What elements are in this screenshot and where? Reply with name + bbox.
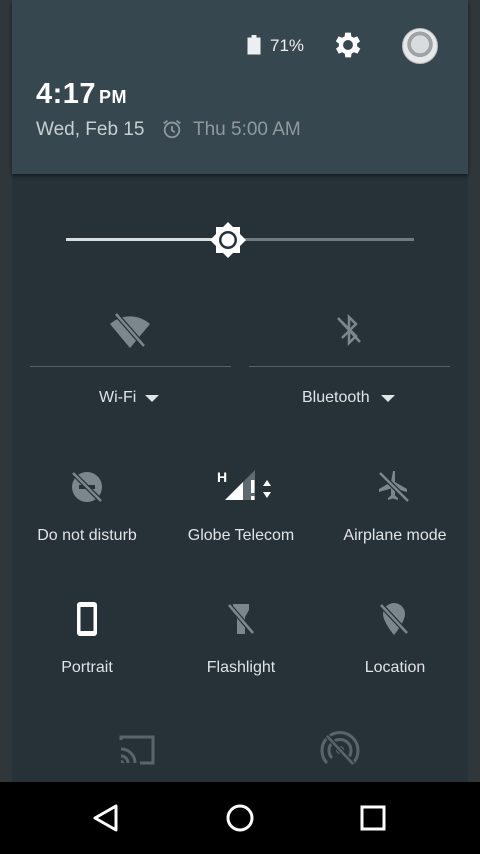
bluetooth-off-icon[interactable] [327, 308, 371, 352]
hotspot-off-icon[interactable] [320, 730, 360, 770]
settings-gear-icon[interactable] [331, 28, 365, 62]
date-label[interactable]: Wed, Feb 15 [36, 119, 144, 141]
back-icon[interactable] [86, 798, 126, 838]
next-alarm[interactable]: Thu 5:00 AM [193, 119, 301, 141]
wifi-label[interactable]: Wi-Fi [99, 389, 136, 407]
portrait-phone-icon[interactable] [67, 599, 107, 639]
cast-icon[interactable] [117, 730, 157, 770]
globe-telecom-label[interactable]: Globe Telecom [163, 527, 319, 545]
battery-percentage: 71% [270, 36, 305, 55]
wifi-dropdown-caret-icon[interactable] [145, 395, 159, 402]
recents-icon[interactable] [353, 798, 393, 838]
airplane-off-icon[interactable] [374, 467, 414, 507]
bluetooth-divider [249, 366, 450, 367]
flashlight-label[interactable]: Flashlight [163, 659, 319, 677]
do-not-disturb-off-icon[interactable] [67, 467, 107, 507]
user-avatar[interactable] [402, 28, 438, 64]
brightness-sun-icon[interactable] [209, 221, 247, 259]
airplane-mode-label[interactable]: Airplane mode [317, 527, 473, 545]
clock-ampm: PM [99, 87, 128, 107]
cell-signal-icon [225, 470, 271, 500]
wifi-divider [30, 366, 231, 367]
home-icon[interactable] [220, 798, 260, 838]
bluetooth-label[interactable]: Bluetooth [302, 389, 370, 407]
clock-time: 4:17 [36, 78, 97, 110]
wifi-off-icon[interactable] [108, 308, 152, 352]
portrait-label[interactable]: Portrait [9, 659, 165, 677]
alarm-clock-icon [163, 120, 181, 139]
bluetooth-dropdown-caret-icon[interactable] [381, 395, 395, 402]
brightness-slider-filled[interactable] [66, 238, 228, 241]
clock[interactable]: 4:17 PM [36, 78, 127, 111]
flashlight-off-icon[interactable] [221, 599, 261, 639]
do-not-disturb-label[interactable]: Do not disturb [9, 527, 165, 545]
location-off-icon[interactable] [374, 599, 414, 639]
brightness-slider-track[interactable] [228, 238, 414, 241]
battery-icon [247, 35, 261, 55]
location-label[interactable]: Location [317, 659, 473, 677]
